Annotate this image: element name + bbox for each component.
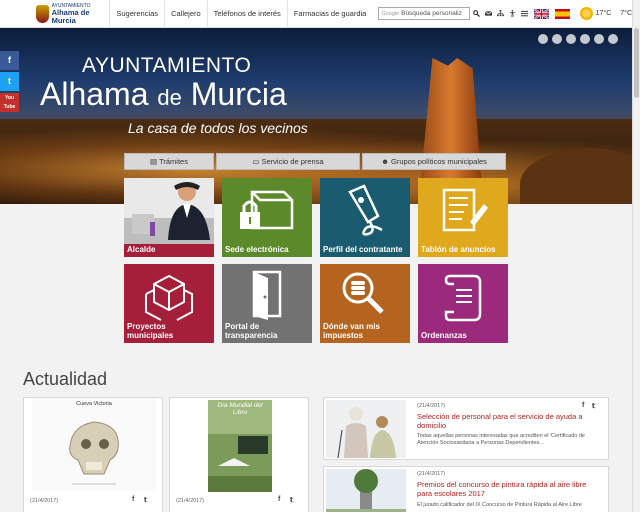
lock-box-icon	[240, 190, 294, 230]
hero-banner: AYUNTAMIENTO Alhama de Murcia La casa de…	[0, 28, 632, 204]
carousel-dot[interactable]	[566, 34, 576, 44]
logo-big-text: Alhama de Murcia	[51, 7, 90, 25]
tile-sede-electronica[interactable]: Sede electrónica	[222, 178, 312, 257]
accessibility-icon[interactable]	[509, 10, 516, 17]
twitter-share-icon[interactable]: 𝕥	[144, 496, 147, 504]
temp-low: 7°C	[620, 10, 632, 17]
subnav-prensa[interactable]: ▭ Servicio de prensa	[216, 153, 360, 170]
hero-title-town: Alhama de Murcia	[40, 76, 287, 113]
tile-label: Ordenanzas	[421, 331, 467, 340]
crest-icon	[36, 4, 49, 23]
tile-alcalde[interactable]: Alcalde	[124, 178, 214, 257]
facebook-share-icon[interactable]: f	[582, 402, 584, 409]
tile-ordenanzas[interactable]: Ordenanzas	[418, 264, 508, 343]
facebook-icon[interactable]: f	[0, 51, 19, 70]
mail-icon[interactable]	[484, 10, 492, 17]
subnav-tramites[interactable]: ▤ Trámites	[124, 153, 214, 170]
blocks-icon	[145, 274, 193, 321]
hero-tagline: La casa de todos los vecinos	[128, 120, 308, 136]
twitter-share-icon[interactable]: 𝕥	[592, 402, 595, 410]
news-card-cueva[interactable]: Cueva Victoria (21/4/2017) f 𝕥	[23, 397, 163, 512]
scrollbar-thumb[interactable]	[634, 28, 639, 98]
spanish-flag-icon[interactable]	[554, 8, 570, 19]
scroll-icon	[444, 274, 482, 322]
tile-perfil-contratante[interactable]: Perfil del contratante	[320, 178, 410, 257]
sitemap-icon[interactable]	[496, 10, 504, 17]
section-title: Actualidad	[23, 369, 108, 389]
search-brand: Google	[381, 11, 400, 17]
tile-label: Proyectos municipales	[127, 322, 174, 340]
english-flag-icon[interactable]	[533, 7, 550, 20]
carousel-dot[interactable]	[594, 34, 604, 44]
news-date: (21/4/2017)	[417, 403, 446, 409]
tile-portal-transparencia[interactable]: Portal de transparencia	[222, 264, 312, 343]
facebook-share-icon[interactable]: f	[132, 496, 134, 503]
top-bar: AYUNTAMIENTO Alhama de Murcia Sugerencia…	[0, 0, 632, 28]
social-bar: f t You Tube	[0, 51, 19, 114]
tile-label: Perfil del contratante	[323, 245, 403, 254]
subnav-grupos-label: Grupos políticos municipales	[391, 157, 487, 166]
nav-callejero[interactable]: Callejero	[164, 0, 207, 28]
weather-widget: 17°C 7°C	[579, 7, 632, 20]
tile-label: Portal de transparencia	[225, 322, 278, 340]
page: AYUNTAMIENTO Alhama de Murcia Sugerencia…	[0, 0, 640, 512]
nav-telefonos[interactable]: Teléfonos de interés	[206, 0, 287, 28]
hero-title-alhama: Alhama	[40, 76, 149, 112]
search-input[interactable]: Google Búsqueda personaliz	[378, 7, 470, 20]
news-item-ayuda[interactable]: (21/4/2017) f 𝕥 Selección de personal pa…	[323, 397, 609, 460]
search-icon[interactable]	[472, 10, 480, 17]
twitter-share-icon[interactable]: 𝕥	[290, 496, 293, 504]
news-date: (21/4/2017)	[30, 498, 59, 504]
care-photo	[326, 400, 406, 458]
news-body: El jurado calificador del IX Concurso de…	[417, 502, 582, 508]
twitter-icon[interactable]: t	[0, 72, 19, 91]
hero-title-ayuntamiento: AYUNTAMIENTO	[82, 54, 252, 77]
page-scrollbar[interactable]	[632, 0, 640, 512]
nav-farmacias[interactable]: Farmacias de guardia	[286, 0, 373, 28]
news-body: Todas aquellas personas interesadas que …	[417, 433, 585, 446]
news-card-libro[interactable]: Día Mundial del Libro (21/4/2017) f 𝕥	[169, 397, 309, 512]
sun-icon	[579, 7, 593, 20]
news-title[interactable]: Premios del concurso de pintura rápida a…	[417, 480, 603, 498]
list-icon[interactable]	[520, 10, 528, 17]
search-placeholder: Búsqueda personaliz	[401, 10, 462, 17]
subnav-prensa-label: Servicio de prensa	[261, 157, 324, 166]
hero-title-de: de	[157, 85, 182, 110]
tile-label: Tablón de anuncios	[421, 245, 496, 254]
news-date: (21/4/2017)	[176, 498, 205, 504]
news-date: (21/4/2017)	[417, 471, 446, 477]
tile-label: Sede electrónica	[225, 245, 289, 254]
document-pen-icon	[442, 188, 488, 232]
carousel-dots	[538, 34, 618, 44]
tile-label: Dónde van mis impuestos	[323, 322, 380, 340]
logo[interactable]: AYUNTAMIENTO Alhama de Murcia	[0, 0, 109, 28]
subnav-tramites-label: Trámites	[159, 157, 188, 166]
subnav-grupos[interactable]: ☻ Grupos políticos municipales	[362, 153, 506, 170]
carousel-dot[interactable]	[538, 34, 548, 44]
youtube-icon[interactable]: You Tube	[0, 93, 19, 112]
poster-title: Cueva Victoria	[76, 401, 112, 407]
carousel-dot[interactable]	[552, 34, 562, 44]
hero-title-murcia: Murcia	[190, 76, 287, 112]
mayor-photo	[124, 178, 214, 244]
tile-tablon-anuncios[interactable]: Tablón de anuncios	[418, 178, 508, 257]
tile-label: Alcalde	[127, 245, 156, 254]
temp-high: 17°C	[595, 10, 612, 17]
tree-photo	[326, 469, 406, 512]
door-icon	[252, 270, 282, 320]
sub-nav: ▤ Trámites ▭ Servicio de prensa ☻ Grupos…	[124, 153, 506, 170]
tile-proyectos-municipales[interactable]: Proyectos municipales	[124, 264, 214, 343]
facebook-share-icon[interactable]: f	[278, 496, 280, 503]
skull-poster-image	[32, 398, 156, 490]
news-title[interactable]: Selección de personal para el servicio d…	[417, 412, 603, 430]
tile-donde-impuestos[interactable]: Dónde van mis impuestos	[320, 264, 410, 343]
magnifier-coins-icon	[342, 272, 384, 314]
pen-nib-icon	[348, 184, 383, 236]
carousel-dot[interactable]	[580, 34, 590, 44]
nav-sugerencias[interactable]: Sugerencias	[109, 0, 164, 28]
poster-title: Día Mundial del Libro	[217, 402, 263, 416]
carousel-dot[interactable]	[608, 34, 618, 44]
news-item-pintura[interactable]: (21/4/2017) Premios del concurso de pint…	[323, 466, 609, 512]
